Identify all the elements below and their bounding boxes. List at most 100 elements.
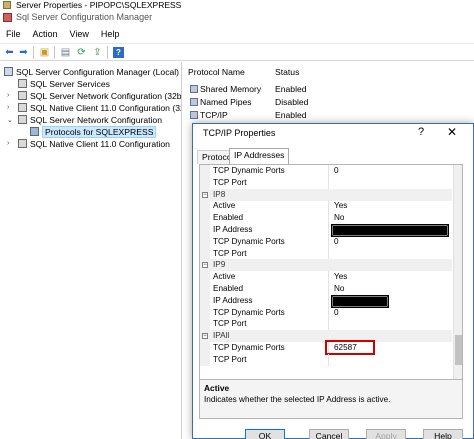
- close-icon[interactable]: ✕: [447, 125, 457, 139]
- category-label: IPAll: [213, 331, 230, 341]
- property-value[interactable]: 0: [334, 236, 339, 248]
- column-header-protocol-name[interactable]: Protocol Name: [188, 67, 245, 77]
- column-divider: [328, 353, 329, 366]
- property-row[interactable]: TCP Port: [200, 318, 452, 331]
- tree-root[interactable]: SQL Server Configuration Manager (Local): [4, 66, 179, 78]
- property-row[interactable]: Enabled No: [200, 283, 452, 295]
- property-row[interactable]: IP Address: [200, 224, 452, 236]
- export-list-icon[interactable]: ⇪: [91, 46, 104, 59]
- property-name: IP Address: [213, 225, 253, 234]
- dialog-help-icon[interactable]: ?: [418, 126, 424, 138]
- background-window-titlebar[interactable]: Server Properties - PIPOPC\SQLEXPRESS: [0, 0, 474, 10]
- protocol-list: Protocol Name Status Shared Memory Enabl…: [184, 62, 474, 122]
- property-category-row[interactable]: − IP9: [200, 259, 452, 272]
- property-value[interactable]: Yes: [334, 271, 347, 283]
- list-row-tcp-ip[interactable]: TCP/IP: [190, 109, 228, 121]
- forward-arrow-icon[interactable]: ➡: [17, 46, 30, 59]
- property-value[interactable]: 0: [334, 307, 339, 319]
- description-text: Indicates whether the selected IP Addres…: [204, 395, 391, 404]
- property-name: TCP Dynamic Ports: [213, 307, 285, 317]
- up-folder-icon[interactable]: ▣: [38, 46, 51, 59]
- chevron-down-icon[interactable]: ⌄: [7, 116, 13, 124]
- property-row[interactable]: Active Yes: [200, 271, 452, 284]
- collapse-icon[interactable]: −: [202, 191, 208, 198]
- property-value[interactable]: No: [334, 283, 344, 295]
- property-row[interactable]: TCP Dynamic Ports 0: [200, 235, 452, 248]
- collapse-icon[interactable]: −: [202, 262, 208, 269]
- property-name: IP Address: [213, 295, 253, 305]
- property-name: TCP Dynamic Ports: [213, 166, 285, 175]
- property-row[interactable]: TCP Dynamic Ports 0: [200, 306, 452, 319]
- property-row-gutter: [200, 224, 210, 236]
- server-properties-icon: [3, 1, 11, 9]
- dialog-tabs: Protocol IP Addresses: [193, 148, 473, 164]
- cancel-button[interactable]: Cancel: [309, 429, 349, 439]
- tree-item-native-client[interactable]: SQL Native Client 11.0 Configuration: [18, 138, 170, 150]
- console-tree: SQL Server Configuration Manager (Local)…: [0, 62, 182, 439]
- property-name: TCP Port: [213, 177, 247, 187]
- property-row[interactable]: Active Yes: [200, 200, 452, 213]
- toolbar-separator: [107, 46, 108, 59]
- protocol-icon: [190, 111, 198, 119]
- chevron-right-icon[interactable]: ›: [7, 140, 9, 147]
- property-row-gutter: [200, 165, 210, 177]
- property-value[interactable]: 0: [334, 165, 339, 177]
- property-value[interactable]: Yes: [334, 200, 347, 212]
- menu-file[interactable]: File: [0, 27, 27, 41]
- toolbar: ⬅ ➡ ▣ ▤ ⟳ ⇪ ?: [0, 43, 474, 61]
- category-label: IP8: [213, 189, 226, 199]
- scrollbar-thumb[interactable]: [455, 335, 462, 365]
- column-header-status[interactable]: Status: [275, 67, 299, 77]
- chevron-right-icon[interactable]: ›: [7, 92, 9, 99]
- back-arrow-icon[interactable]: ⬅: [3, 46, 16, 59]
- network-icon: [18, 91, 27, 100]
- property-name: Active: [213, 272, 236, 282]
- help-icon[interactable]: ?: [113, 47, 124, 58]
- property-row-gutter: [200, 200, 210, 213]
- property-row-gutter: [200, 271, 210, 284]
- tree-item-sql-server-services[interactable]: SQL Server Services: [18, 78, 110, 90]
- list-row-named-pipes[interactable]: Named Pipes: [190, 96, 252, 108]
- property-grid-scrollbar[interactable]: [453, 165, 462, 381]
- protocol-icon: [190, 85, 198, 93]
- help-button[interactable]: Help: [423, 429, 463, 439]
- property-name: TCP Port: [213, 248, 247, 258]
- list-row-shared-memory[interactable]: Shared Memory: [190, 83, 261, 95]
- chevron-right-icon[interactable]: ›: [7, 104, 9, 111]
- property-name: TCP Port: [213, 319, 247, 329]
- refresh-icon[interactable]: ⟳: [75, 46, 88, 59]
- apply-button[interactable]: Apply: [366, 429, 406, 439]
- property-row-gutter: [200, 353, 210, 366]
- property-value[interactable]: No: [334, 212, 344, 224]
- ip-address-property-grid: TCP Dynamic Ports 0 TCP Port − IP8 Active Yes E…: [199, 164, 463, 382]
- background-window-title: Server Properties - PIPOPC\SQLEXPRESS: [16, 0, 182, 10]
- property-row[interactable]: IP Address: [200, 294, 452, 307]
- show-hide-tree-icon[interactable]: ▤: [59, 46, 72, 59]
- tree-item-protocols-sqlexpress[interactable]: Protocols for SQLEXPRESS: [30, 126, 157, 138]
- property-row[interactable]: TCP Port: [200, 176, 452, 189]
- services-icon: [18, 79, 27, 88]
- property-row[interactable]: Enabled No: [200, 212, 452, 225]
- column-divider: [328, 212, 329, 225]
- property-row[interactable]: TCP Dynamic Ports 0: [200, 165, 452, 177]
- menu-help[interactable]: Help: [95, 27, 126, 41]
- ok-button[interactable]: OK: [245, 429, 285, 439]
- collapse-icon[interactable]: −: [202, 333, 208, 340]
- property-row[interactable]: TCP Port: [200, 247, 452, 260]
- menu-action[interactable]: Action: [27, 27, 64, 41]
- config-manager-icon: [3, 13, 12, 22]
- tree-item-network-config-32bit[interactable]: SQL Server Network Configuration (32bit: [18, 90, 181, 102]
- menu-view[interactable]: View: [64, 27, 95, 41]
- tree-item-native-client-32bit[interactable]: SQL Native Client 11.0 Configuration (32…: [18, 102, 181, 114]
- property-row[interactable]: TCP Dynamic Ports 62587: [200, 340, 452, 355]
- dialog-buttons: OK Cancel Apply Help: [193, 429, 473, 439]
- column-divider: [328, 235, 329, 248]
- tree-item-network-config[interactable]: SQL Server Network Configuration: [18, 114, 162, 126]
- highlight-box: [325, 340, 375, 355]
- property-category-row[interactable]: − IP8: [200, 188, 452, 201]
- app-title: Sql Server Configuration Manager: [16, 12, 153, 22]
- app-titlebar[interactable]: Sql Server Configuration Manager: [0, 11, 474, 25]
- tab-ip-addresses[interactable]: IP Addresses: [229, 148, 290, 164]
- property-row[interactable]: TCP Port: [200, 353, 452, 366]
- dialog-titlebar[interactable]: TCP/IP Properties ? ✕: [193, 124, 473, 144]
